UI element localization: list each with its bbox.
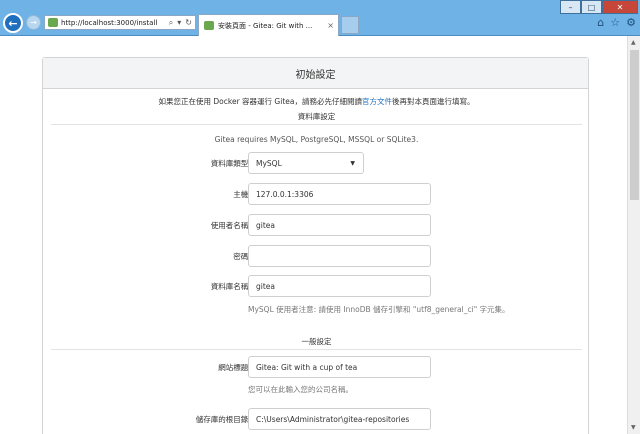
- host-row: 主機* 127.0.0.1:3306: [43, 183, 590, 205]
- maximize-button[interactable]: □: [581, 0, 602, 14]
- forward-button[interactable]: →: [26, 15, 41, 30]
- db-section-divider: [51, 124, 582, 125]
- db-type-row: 資料庫類型* MySQL ▼: [43, 152, 590, 174]
- site-title-label: 網站標題: [218, 363, 249, 372]
- vertical-scrollbar[interactable]: ▲ ▼: [627, 36, 640, 434]
- scrollbar-thumb[interactable]: [630, 50, 639, 200]
- window-controls: – □ ✕: [560, 0, 638, 14]
- new-tab-button[interactable]: [341, 16, 359, 34]
- host-label: 主機: [233, 190, 249, 199]
- tab-title: 安裝頁面 - Gitea: Git with ...: [218, 21, 313, 30]
- scroll-down-icon[interactable]: ▼: [631, 424, 636, 431]
- password-label: 密碼: [233, 252, 249, 261]
- favorites-star-icon[interactable]: ☆: [610, 16, 620, 29]
- address-url: http://localhost:3000/install: [61, 18, 158, 27]
- dbname-help: MySQL 使用者注意: 請使用 InnoDB 儲存引擎和 "utf8_gene…: [248, 305, 510, 314]
- username-value: gitea: [256, 220, 275, 230]
- site-title-value: Gitea: Git with a cup of tea: [256, 362, 358, 372]
- db-type-label: 資料庫類型: [210, 159, 249, 168]
- dbname-input[interactable]: gitea: [248, 275, 431, 297]
- minimize-button[interactable]: –: [560, 0, 581, 14]
- docker-notice: 如果您正在使用 Docker 容器運行 Gitea，請務必先仔細閱讀官方文件後再…: [43, 96, 590, 107]
- repo-root-input[interactable]: C:\Users\Administrator\gitea-repositorie…: [248, 408, 431, 430]
- password-row: 密碼*: [43, 245, 590, 267]
- notice-text-suffix: 後再對本頁面進行填寫。: [391, 97, 475, 106]
- tab-favicon-icon: [204, 21, 214, 30]
- install-form-card: 初始設定 如果您正在使用 Docker 容器運行 Gitea，請務必先仔細閱讀官…: [42, 57, 589, 434]
- close-button[interactable]: ✕: [602, 0, 638, 14]
- db-section-title: 資料庫設定: [297, 112, 336, 121]
- settings-gear-icon[interactable]: ⚙: [626, 16, 636, 29]
- db-type-select[interactable]: MySQL ▼: [248, 152, 364, 174]
- general-section-divider: [51, 349, 582, 350]
- repo-root-label: 儲存庫的根目錄: [195, 415, 249, 424]
- repo-root-row: 儲存庫的根目錄* C:\Users\Administrator\gitea-re…: [43, 408, 590, 430]
- db-requirements-hint: Gitea requires MySQL, PostgreSQL, MSSQL …: [214, 135, 419, 144]
- home-icon[interactable]: ⌂: [597, 16, 604, 29]
- scroll-up-icon[interactable]: ▲: [631, 39, 636, 46]
- general-section-title: 一般設定: [301, 337, 332, 346]
- refresh-icon[interactable]: ↻: [185, 18, 192, 28]
- host-input[interactable]: 127.0.0.1:3306: [248, 183, 431, 205]
- browser-tab[interactable]: 安裝頁面 - Gitea: Git with ... ×: [198, 14, 339, 36]
- site-title-input[interactable]: Gitea: Git with a cup of tea: [248, 356, 431, 378]
- username-label: 使用者名稱: [210, 221, 249, 230]
- window-titlebar: – □ ✕ ← → http://localhost:3000/install …: [0, 0, 640, 36]
- username-row: 使用者名稱* gitea: [43, 214, 590, 236]
- address-bar[interactable]: http://localhost:3000/install ⌕ ▾ ↻: [44, 15, 196, 30]
- back-button[interactable]: ←: [3, 13, 23, 33]
- dbname-value: gitea: [256, 281, 275, 291]
- db-type-value: MySQL: [256, 158, 282, 168]
- site-title-row: 網站標題* Gitea: Git with a cup of tea: [43, 356, 590, 378]
- dbname-label: 資料庫名稱: [210, 282, 249, 291]
- password-input[interactable]: [248, 245, 431, 267]
- host-value: 127.0.0.1:3306: [256, 189, 314, 199]
- dbname-row: 資料庫名稱* gitea: [43, 275, 590, 297]
- site-favicon-icon: [48, 18, 58, 27]
- dropdown-icon[interactable]: ▾: [177, 18, 181, 28]
- arrow-right-icon: →: [30, 18, 37, 27]
- official-docs-link[interactable]: 官方文件: [362, 97, 392, 106]
- arrow-left-icon: ←: [8, 16, 18, 30]
- search-icon[interactable]: ⌕: [169, 18, 173, 28]
- chevron-down-icon: ▼: [350, 160, 355, 167]
- username-input[interactable]: gitea: [248, 214, 431, 236]
- notice-text-prefix: 如果您正在使用 Docker 容器運行 Gitea，請務必先仔細閱讀: [158, 97, 362, 106]
- repo-root-value: C:\Users\Administrator\gitea-repositorie…: [256, 414, 410, 424]
- page-title: 初始設定: [43, 58, 588, 89]
- tab-close-icon[interactable]: ×: [327, 21, 334, 30]
- site-title-help: 您可以在此輸入您的公司名稱。: [248, 385, 353, 394]
- page-content: 初始設定 如果您正在使用 Docker 容器運行 Gitea，請務必先仔細閱讀官…: [0, 37, 627, 434]
